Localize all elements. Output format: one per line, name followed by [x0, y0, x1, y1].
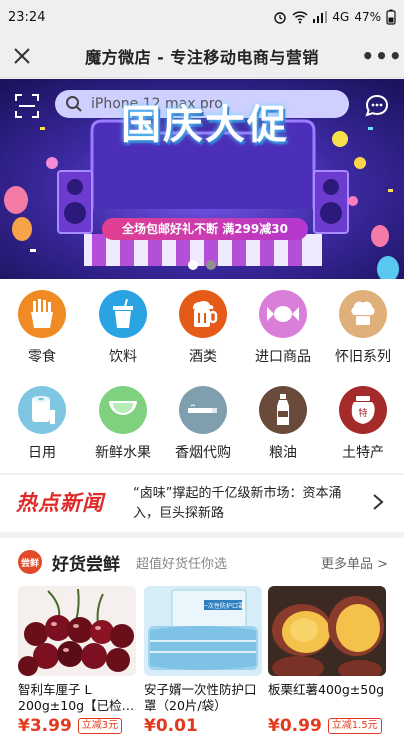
tissue-roll-icon: [18, 386, 66, 434]
discount-badge: 立减3元: [77, 718, 123, 734]
category-label: 土特产: [342, 445, 384, 461]
cigarette-icon: [179, 386, 227, 434]
status-bar: 23:24 4G 47%: [0, 0, 404, 34]
face-mask-image[interactable]: 一次性防护口罩: [144, 586, 262, 676]
category-grid: 零食 饮料 酒类 进口商品 怀旧系列 日用 新鲜水果 香烟代购 粮油 特 土特产: [0, 279, 404, 473]
carousel-dot[interactable]: [188, 260, 198, 270]
search-icon: [66, 96, 82, 112]
goods-subtitle: 超值好货任你选: [136, 556, 228, 572]
product-card[interactable]: 智利车厘子 L 200g±10g【已检… ¥3.99 立减3元: [18, 586, 136, 736]
product-price: ¥3.99: [18, 716, 72, 736]
drink-cup-icon: [99, 290, 147, 338]
category-item[interactable]: 日用: [2, 386, 82, 462]
product-card[interactable]: 板栗红薯400g±50g ¥0.99 立减1.5元: [268, 586, 386, 736]
carousel-dots: [0, 260, 404, 270]
category-item[interactable]: 粮油: [243, 386, 323, 462]
category-label: 香烟代购: [175, 445, 231, 461]
svg-text:一次性防护口罩: 一次性防护口罩: [202, 602, 244, 610]
more-goods-link[interactable]: 更多单品 >: [321, 553, 388, 572]
goods-header: 尝鲜 好货尝鲜 超值好货任你选 更多单品 >: [18, 550, 388, 575]
category-item[interactable]: 怀旧系列: [323, 290, 403, 366]
category-item[interactable]: 进口商品: [243, 290, 323, 366]
fries-icon: [18, 290, 66, 338]
more-menu-button[interactable]: •••: [360, 34, 404, 78]
carousel-dot[interactable]: [206, 260, 216, 270]
product-price: ¥0.01: [144, 716, 198, 736]
promo-subtitle: 全场包邮好礼不断 满299减30: [102, 218, 308, 240]
sweet-potato-image[interactable]: [268, 586, 386, 676]
category-label: 粮油: [269, 445, 297, 461]
category-label: 新鲜水果: [95, 445, 151, 461]
news-headline[interactable]: “卤味”撑起的千亿级新市场：资本涌入，巨头探新路: [133, 484, 365, 524]
category-item[interactable]: 香烟代购: [163, 386, 243, 462]
category-label: 酒类: [189, 349, 217, 365]
scan-icon[interactable]: [14, 93, 40, 119]
candy-icon: [259, 290, 307, 338]
category-item[interactable]: 酒类: [163, 290, 243, 366]
product-name: 安子婿一次性防护口罩（20片/袋）: [144, 682, 257, 713]
category-label: 怀旧系列: [335, 349, 391, 365]
product-card[interactable]: 一次性防护口罩 安子婿一次性防护口罩（20片/袋） ¥0.01: [144, 586, 262, 736]
promo-title: 国庆大促: [121, 102, 289, 148]
page-title: 魔方微店 - 专注移动电商与营销: [85, 47, 319, 67]
discount-badge: 立减1.5元: [327, 718, 382, 734]
wifi-icon: [292, 11, 308, 24]
category-label: 零食: [28, 349, 56, 365]
signal-icon: [313, 11, 328, 23]
close-icon: [14, 47, 30, 64]
cherries-image[interactable]: [18, 586, 136, 676]
alarm-icon: [274, 12, 287, 24]
status-indicators: 4G 47%: [273, 9, 396, 25]
title-bar: 魔方微店 - 专注移动电商与营销 •••: [0, 34, 404, 78]
jar-icon: 特: [339, 386, 387, 434]
beer-icon: [179, 290, 227, 338]
network-type: 4G: [332, 10, 350, 24]
oil-bottle-icon: [259, 386, 307, 434]
goods-section: 尝鲜 好货尝鲜 超值好货任你选 更多单品 > 智利车厘子 L 200g±10g【…: [0, 538, 404, 751]
category-label: 饮料: [109, 349, 137, 365]
category-item[interactable]: 新鲜水果: [83, 386, 163, 462]
category-item[interactable]: 饮料: [83, 290, 163, 366]
product-price: ¥0.99: [268, 716, 322, 736]
chef-hat-icon: [339, 290, 387, 338]
watermelon-icon: [99, 386, 147, 434]
message-icon[interactable]: [364, 93, 390, 119]
category-item[interactable]: 特 土特产: [323, 386, 403, 462]
status-time: 23:24: [8, 9, 46, 25]
category-label: 进口商品: [255, 349, 311, 365]
news-tag: 热点新闻: [16, 491, 104, 515]
category-label: 日用: [28, 445, 56, 461]
close-button[interactable]: [0, 34, 44, 78]
goods-title: 好货尝鲜: [52, 554, 120, 575]
product-name: 智利车厘子 L 200g±10g【已检…: [18, 682, 135, 713]
chevron-right-icon[interactable]: [372, 493, 384, 511]
product-name: 板栗红薯400g±50g: [268, 682, 385, 697]
news-ticker[interactable]: 热点新闻 “卤味”撑起的千亿级新市场：资本涌入，巨头探新路: [0, 474, 404, 532]
battery-icon: [386, 9, 396, 25]
goods-badge: 尝鲜: [18, 550, 42, 574]
svg-text:特: 特: [358, 407, 367, 419]
category-item[interactable]: 零食: [2, 290, 82, 366]
battery-level: 47%: [354, 10, 381, 24]
